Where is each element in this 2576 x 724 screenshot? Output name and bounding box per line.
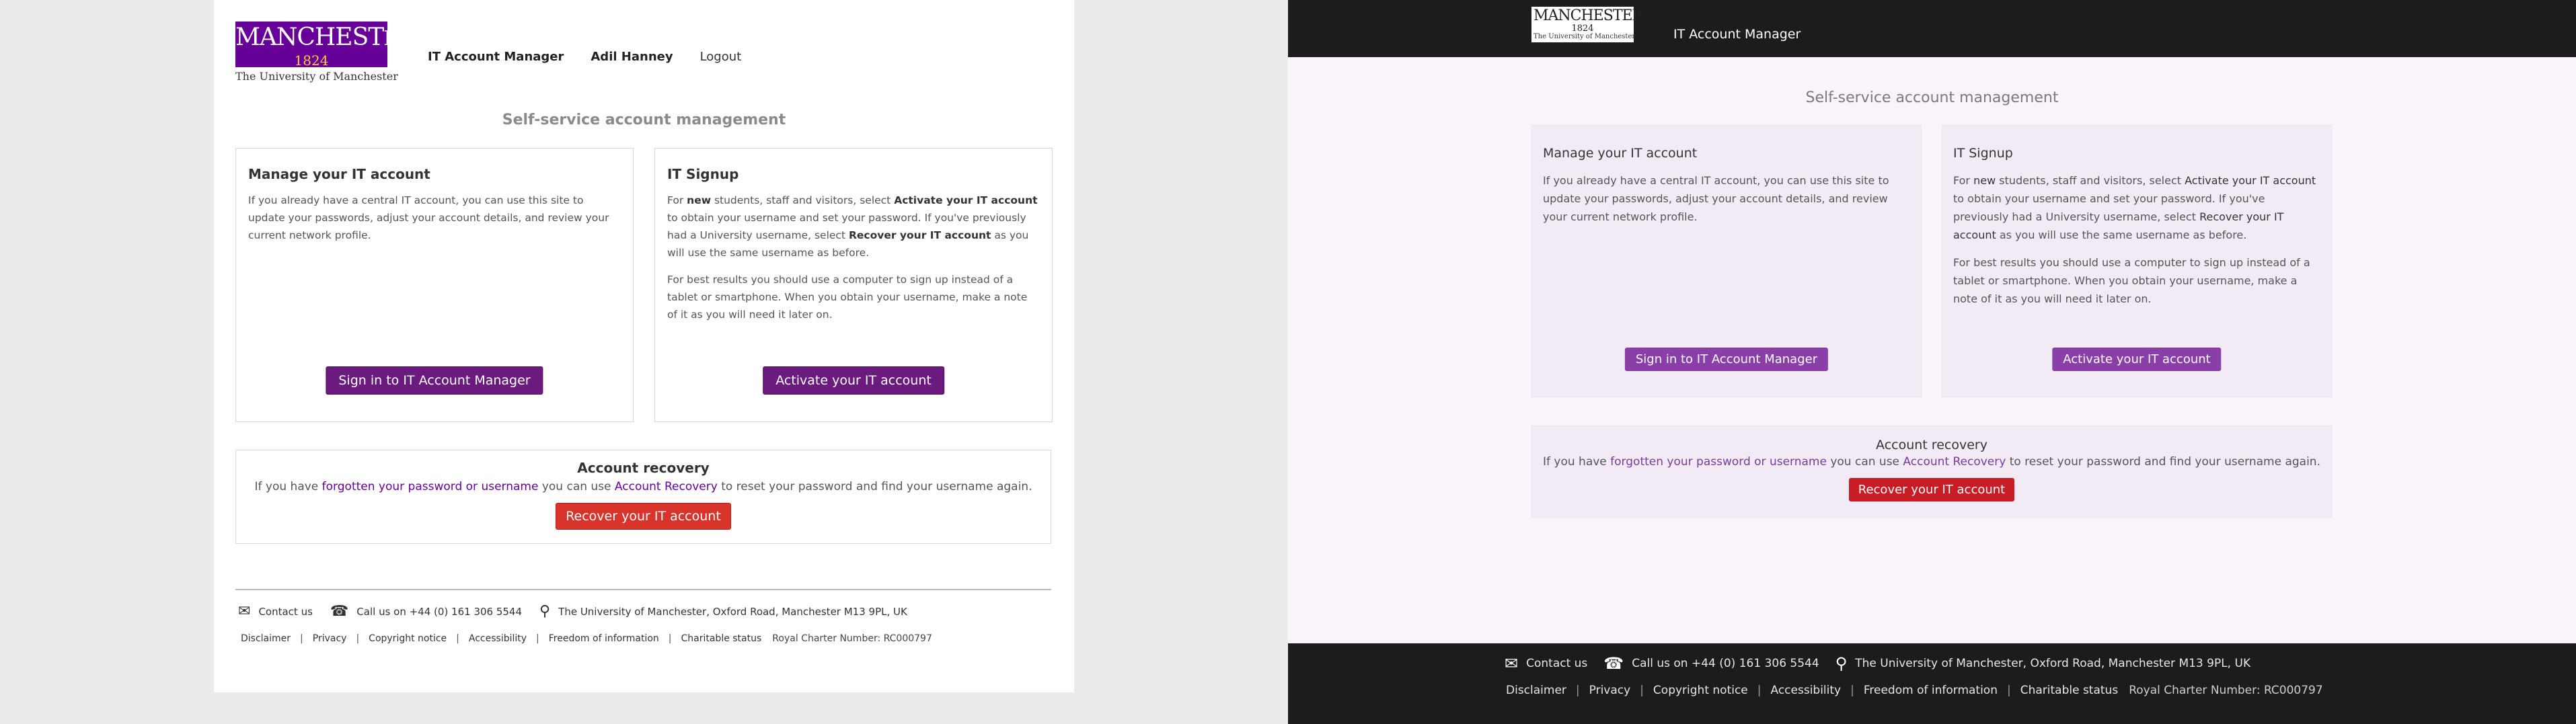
map-marker-icon: ⚲ (539, 603, 551, 620)
phone-icon: ☎ (1603, 654, 1624, 673)
logo-name-small: ER (383, 27, 412, 50)
logo-subtitle: The University of Manchester (235, 70, 398, 83)
header-bar: MANCHESTER 1824 The University of Manche… (1288, 0, 2576, 57)
royal-charter-text: Royal Charter Number: RC000797 (2129, 684, 2323, 697)
forgotten-link[interactable]: forgotten your password or username (322, 480, 539, 493)
page-title: Self-service account management (502, 112, 786, 128)
recovery-text: If you have forgotten your password or u… (1543, 455, 2320, 469)
recovery-title: Account recovery (1876, 438, 1987, 452)
logo-mark: MANCHESTER 1824 (1533, 7, 1643, 34)
recovery-title: Account recovery (577, 460, 710, 476)
card-text-note: For best results you should use a comput… (1953, 256, 2310, 305)
top-nav: IT Account Manager Adil Hanney Logout (428, 50, 741, 64)
university-logo[interactable]: MANCHESTER 1824 The University of Manche… (235, 22, 413, 83)
footer-divider (235, 589, 1051, 590)
footer-link-accessibility[interactable]: Accessibility (469, 633, 527, 644)
card-title: IT Signup (1953, 146, 2013, 161)
logo-subtitle: The University of Manchester (1533, 33, 1636, 40)
footer-link-charitable[interactable]: Charitable status (2020, 684, 2118, 697)
it-signup-card: IT Signup For new students, staff and vi… (654, 148, 1053, 422)
nav-logout[interactable]: Logout (700, 50, 742, 64)
envelope-icon: ✉ (1505, 654, 1519, 673)
footer-contacts: ✉ Contact us ☎ Call us on +44 (0) 161 30… (238, 603, 919, 620)
footer-links: Disclaimer | Privacy | Copyright notice | A… (1506, 684, 2323, 697)
card-text: For new students, staff and visitors, se… (667, 194, 1038, 259)
logo-year: 1824 (294, 52, 329, 69)
envelope-icon: ✉ (238, 603, 251, 620)
account-recovery-link[interactable]: Account Recovery (615, 480, 718, 493)
card-title: IT Signup (667, 166, 739, 182)
phone-text: Call us on +44 (0) 161 306 5544 (1632, 657, 1819, 670)
logo-mark: MANCHESTER 1824 (235, 22, 413, 69)
card-title: Manage your IT account (1543, 146, 1698, 161)
it-signup-card: IT Signup For new students, staff and vi… (1942, 125, 2332, 397)
card-text-note: For best results you should use a comput… (667, 274, 1028, 321)
footer: ✉ Contact us ☎ Call us on +44 (0) 161 30… (1288, 643, 2576, 724)
account-recovery-panel: Account recovery If you have forgotten y… (235, 450, 1051, 544)
recover-account-button[interactable]: Recover your IT account (556, 503, 731, 530)
sign-in-button[interactable]: Sign in to IT Account Manager (1624, 348, 1829, 371)
activate-account-button[interactable]: Activate your IT account (2052, 348, 2222, 371)
footer-link-disclaimer[interactable]: Disclaimer (1506, 684, 1566, 697)
footer-link-disclaimer[interactable]: Disclaimer (241, 633, 291, 644)
recover-account-button[interactable]: Recover your IT account (1848, 478, 2015, 501)
nav-user-name[interactable]: Adil Hanney (591, 50, 673, 64)
royal-charter-text: Royal Charter Number: RC000797 (772, 633, 932, 644)
university-logo[interactable]: MANCHESTER 1824 The University of Manche… (1531, 7, 1643, 42)
footer-link-copyright[interactable]: Copyright notice (1653, 684, 1748, 697)
contact-link[interactable]: Contact us (1526, 657, 1587, 670)
manage-account-card: Manage your IT account If you already ha… (235, 148, 634, 422)
card-text: If you already have a central IT account… (248, 194, 609, 241)
contact-link[interactable]: Contact us (258, 606, 312, 618)
sign-in-button[interactable]: Sign in to IT Account Manager (326, 366, 543, 395)
map-marker-icon: ⚲ (1835, 654, 1848, 673)
footer-link-accessibility[interactable]: Accessibility (1771, 684, 1842, 697)
app-title[interactable]: IT Account Manager (1673, 27, 1801, 42)
page-title: Self-service account management (1805, 89, 2059, 106)
card-title: Manage your IT account (248, 166, 430, 182)
footer-link-foi[interactable]: Freedom of information (1864, 684, 1998, 697)
footer-link-privacy[interactable]: Privacy (313, 633, 347, 644)
address-text: The University of Manchester, Oxford Roa… (1855, 657, 2251, 670)
address-text: The University of Manchester, Oxford Roa… (558, 605, 907, 618)
account-recovery-panel: Account recovery If you have forgotten y… (1531, 426, 2332, 518)
footer-link-charitable[interactable]: Charitable status (681, 633, 761, 644)
account-recovery-link[interactable]: Account Recovery (1903, 455, 2006, 469)
card-text: For new students, staff and visitors, se… (1953, 174, 2316, 241)
forgotten-link[interactable]: forgotten your password or username (1610, 455, 1827, 469)
card-text: If you already have a central IT account… (1543, 174, 1889, 223)
right-view: MANCHESTER 1824 The University of Manche… (1288, 0, 2576, 724)
phone-icon: ☎ (330, 603, 349, 620)
logo-name: MANCHEST (235, 24, 384, 51)
footer-link-foi[interactable]: Freedom of information (549, 633, 659, 644)
footer-contacts: ✉ Contact us ☎ Call us on +44 (0) 161 30… (1505, 654, 2261, 673)
footer-link-privacy[interactable]: Privacy (1589, 684, 1631, 697)
recovery-text: If you have forgotten your password or u… (254, 480, 1032, 493)
left-view: MANCHESTER 1824 The University of Manche… (0, 0, 1288, 724)
page-container: MANCHESTER 1824 The University of Manche… (214, 0, 1074, 692)
nav-it-account-manager[interactable]: IT Account Manager (428, 50, 564, 64)
activate-account-button[interactable]: Activate your IT account (763, 366, 944, 395)
footer-link-copyright[interactable]: Copyright notice (369, 633, 447, 644)
footer-links: Disclaimer | Privacy | Copyright notice | A… (241, 633, 932, 644)
phone-text: Call us on +44 (0) 161 306 5544 (356, 605, 523, 618)
manage-account-card: Manage your IT account If you already ha… (1531, 125, 1922, 397)
